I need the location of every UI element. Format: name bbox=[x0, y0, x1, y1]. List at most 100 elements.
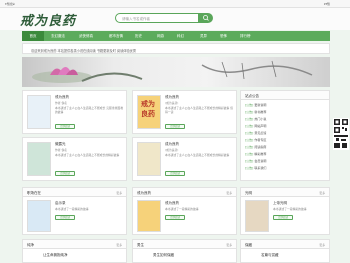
list-item[interactable]: [公告] 阅读指南 bbox=[245, 145, 266, 149]
qr-code-icon bbox=[334, 119, 348, 148]
search-input[interactable]: 请输入书名或作者 bbox=[115, 13, 199, 23]
nav-item-home[interactable]: 首页 bbox=[22, 31, 44, 41]
book-desc: 本书讲述了一段精彩的故事 bbox=[165, 207, 199, 211]
book-author: 作者 佚名 bbox=[55, 101, 68, 105]
featured-panel-4: 成为良药 (成为良药) 本书讲述了主人公在人生道路上不断成长的精彩故事 立即阅读 bbox=[132, 137, 237, 181]
book-desc: 本书讲述了主人公在人生道路上不断成长的精彩故事 bbox=[165, 153, 230, 157]
section-title: 光明 bbox=[245, 190, 252, 195]
nav-item-urban[interactable]: 都市言情 bbox=[109, 34, 123, 39]
bottom-panel-1: 纯净 更多 让生命拥抱纯净 bbox=[22, 239, 127, 263]
featured-panel-3: 微露光 作者 佚名 本书讲述了主人公在人生道路上不断成长的精彩故事 立即阅读 bbox=[22, 137, 127, 181]
book-cover[interactable] bbox=[245, 200, 269, 232]
qr-code[interactable] bbox=[333, 118, 349, 150]
section-more-link[interactable]: 更多 bbox=[226, 243, 232, 247]
book-desc: 本书讲述了主人公在人生道路上不断成长的精彩故事 bbox=[55, 153, 120, 157]
list-item[interactable]: [公告] 精彩推荐 bbox=[245, 152, 266, 156]
sidebar-heading: 站点公告 bbox=[245, 93, 259, 98]
sidebar-header: 站点公告 bbox=[241, 91, 329, 100]
section-title: 纯净 bbox=[27, 242, 34, 247]
book-desc: 本书讲述了一段精彩的故事 bbox=[55, 207, 89, 211]
list-item[interactable]: [公告] 会员说明 bbox=[245, 159, 266, 163]
nav-item-history[interactable]: 历史 bbox=[135, 34, 142, 39]
section-more-link[interactable]: 更多 bbox=[116, 191, 122, 195]
read-button[interactable]: 立即阅读 bbox=[55, 171, 75, 176]
book-title[interactable]: 让生命拥抱纯净 bbox=[43, 253, 68, 258]
top-bar: Ŧ翳霑ǿ ¥ƭ翳 bbox=[0, 0, 350, 8]
nav-item-fantasy[interactable]: 玄幻魔法 bbox=[51, 34, 65, 39]
book-title[interactable]: 名篇与赏藏 bbox=[261, 253, 279, 258]
section-title: 戒为良药 bbox=[137, 190, 151, 195]
section-title: 保藏 bbox=[245, 242, 252, 247]
lotus-banner-image bbox=[32, 60, 313, 83]
read-button[interactable]: 立即阅读 bbox=[165, 171, 185, 176]
book-title[interactable]: 戒为良药 bbox=[55, 95, 69, 100]
search-icon bbox=[203, 15, 209, 21]
book-cover[interactable] bbox=[27, 142, 51, 176]
section-title: 职场在在 bbox=[27, 190, 41, 195]
section-panel-2: 戒为良药 更多 戒为良药 本书讲述了一段精彩的故事 立即阅读 bbox=[132, 187, 237, 235]
list-item[interactable]: [公告] 热门小说 bbox=[245, 117, 266, 121]
book-title[interactable]: 戒为良药 bbox=[165, 201, 179, 206]
banner[interactable] bbox=[22, 57, 330, 87]
list-item[interactable]: [公告] 联系我们 bbox=[245, 166, 266, 170]
section-header: 戒为良药 更多 bbox=[133, 188, 236, 197]
bottom-panel-2: 男生 更多 男生如何保藏 bbox=[132, 239, 237, 263]
read-button[interactable]: 立即阅读 bbox=[165, 215, 185, 220]
book-desc: 本书讲述了主人公在人生道路上不断成长 克服重重困难的故事 bbox=[55, 106, 124, 114]
read-button[interactable]: 立即阅读 bbox=[273, 215, 293, 220]
book-author: (成为良药) bbox=[165, 148, 179, 152]
section-header: 男生 更多 bbox=[133, 240, 236, 249]
featured-panel-2: 戒为良药 戒为良药 (成为良药) 本书讲述了主人公在人生道路上不断成长的精彩故事… bbox=[132, 90, 237, 134]
read-button[interactable]: 立即阅读 bbox=[165, 124, 185, 129]
section-title: 男生 bbox=[137, 242, 144, 247]
section-more-link[interactable]: 更多 bbox=[116, 243, 122, 247]
book-cover[interactable] bbox=[137, 200, 161, 232]
section-header: 光明 更多 bbox=[241, 188, 329, 197]
book-cover[interactable]: 戒为良药 bbox=[137, 95, 161, 129]
site-logo[interactable]: 戒为良药 bbox=[20, 10, 76, 29]
section-more-link[interactable]: 更多 bbox=[319, 191, 325, 195]
read-button[interactable]: 立即阅读 bbox=[55, 215, 75, 220]
book-cover[interactable] bbox=[27, 95, 51, 129]
book-title[interactable]: 男生如何保藏 bbox=[153, 253, 174, 258]
search-button[interactable] bbox=[199, 13, 213, 23]
list-item[interactable]: [公告] 意见反馈 bbox=[245, 131, 266, 135]
featured-panel-1: 戒为良药 作者 佚名 本书讲述了主人公在人生道路上不断成长 克服重重困难的故事 … bbox=[22, 90, 127, 134]
nav-item-scifi[interactable]: 科幻 bbox=[177, 34, 184, 39]
book-title[interactable]: 戒为良药 bbox=[165, 95, 179, 100]
main-nav: 首页 玄幻魔法 武侠修真 都市言情 历史 网游 科幻 灵异 恐怖 排行榜 bbox=[22, 31, 330, 41]
topbar-left-text[interactable]: Ŧ翳霑ǿ bbox=[5, 2, 15, 6]
book-desc: 本书讲述了主人公在人生道路上不断成长的精彩故事 值得一读 bbox=[165, 106, 234, 114]
cover-title-text: 戒为良药 bbox=[141, 99, 155, 118]
book-cover[interactable] bbox=[137, 142, 161, 176]
book-title[interactable]: 成为良药 bbox=[165, 142, 179, 147]
nav-item-supernatural[interactable]: 灵异 bbox=[200, 34, 207, 39]
nav-item-game[interactable]: 网游 bbox=[157, 34, 164, 39]
nav-item-ranking[interactable]: 排行榜 bbox=[240, 34, 251, 39]
book-title[interactable]: 微露光 bbox=[55, 142, 66, 147]
section-more-link[interactable]: 更多 bbox=[319, 243, 325, 247]
list-item[interactable]: [公告] 作者专区 bbox=[245, 138, 266, 142]
book-author: 作者 佚名 bbox=[55, 148, 68, 152]
book-title[interactable]: 启示录 bbox=[55, 201, 66, 206]
nav-item-wuxia[interactable]: 武侠修真 bbox=[79, 34, 93, 39]
section-header: 职场在在 更多 bbox=[23, 188, 126, 197]
section-more-link[interactable]: 更多 bbox=[226, 191, 232, 195]
book-desc: 本书讲述了一段精彩的故事 bbox=[273, 207, 307, 211]
section-panel-3: 光明 更多 上帝光明 本书讲述了一段精彩的故事 立即阅读 bbox=[240, 187, 330, 235]
book-cover[interactable] bbox=[27, 200, 51, 232]
list-item[interactable]: [公告] 网站声明 bbox=[245, 124, 266, 128]
bottom-panel-3: 保藏 更多 名篇与赏藏 bbox=[240, 239, 330, 263]
section-header: 保藏 更多 bbox=[241, 240, 329, 249]
read-button[interactable]: 立即阅读 bbox=[55, 124, 75, 129]
sidebar-notice-panel: 站点公告 [公告] 更新说明 [公告] 新书推荐 [公告] 热门小说 [公告] … bbox=[240, 90, 330, 181]
notice-bar: 欢迎来到戒为良药 本站提供各类小说在线阅读 书籍更新及时 阅读体验优秀 bbox=[22, 43, 330, 54]
book-author: (成为良药) bbox=[165, 101, 179, 105]
nav-item-horror[interactable]: 恐怖 bbox=[220, 34, 227, 39]
list-item[interactable]: [公告] 更新说明 bbox=[245, 103, 266, 107]
book-title[interactable]: 上帝光明 bbox=[273, 201, 287, 206]
list-item[interactable]: [公告] 新书推荐 bbox=[245, 110, 266, 114]
topbar-right-text[interactable]: ¥ƭ翳 bbox=[324, 2, 330, 6]
section-panel-1: 职场在在 更多 启示录 本书讲述了一段精彩的故事 立即阅读 bbox=[22, 187, 127, 235]
notice-text: 欢迎来到戒为良药 本站提供各类小说在线阅读 书籍更新及时 阅读体验优秀 bbox=[31, 48, 137, 53]
